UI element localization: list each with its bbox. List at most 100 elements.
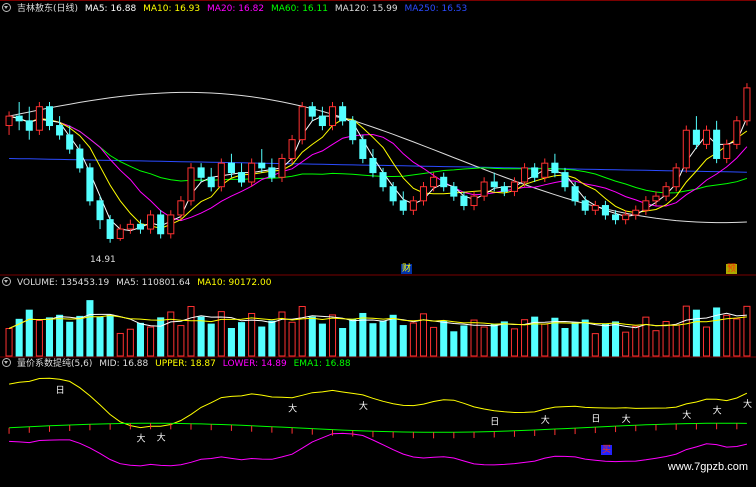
volume-bar: [601, 323, 609, 357]
volume-bar: [187, 306, 195, 357]
candle: [45, 106, 54, 127]
forecast-marker[interactable]: 预: [726, 264, 738, 274]
volume-bar: [399, 325, 407, 357]
signal-label: 大: [743, 398, 752, 410]
volume-bar: [632, 325, 640, 357]
candle: [379, 172, 387, 188]
candle: [308, 106, 316, 117]
volume-bar: [167, 311, 175, 357]
volume-bar: [238, 322, 246, 357]
volume-bar: [268, 320, 276, 357]
volume-bar: [308, 316, 316, 357]
volume-bar: [672, 324, 680, 357]
ma20-label: MA20: 16.82: [207, 4, 265, 14]
candle: [278, 157, 286, 178]
volume-bar: [106, 314, 114, 357]
volume-bar: [35, 319, 43, 357]
volume-bar: [25, 309, 33, 357]
signal-label: 大: [157, 431, 166, 443]
upper-line: [9, 377, 748, 429]
chart-canvas: 日大 大大 大日大日大大大大: [0, 0, 756, 467]
candle: [96, 200, 104, 221]
candle: [5, 115, 13, 127]
candle: [25, 120, 33, 131]
volume-bar: [460, 325, 468, 357]
volume-bar: [682, 305, 690, 357]
candle: [450, 186, 458, 197]
candle: [328, 106, 337, 127]
volume-bar: [571, 322, 579, 357]
volume-bar: [177, 325, 185, 357]
volume-bar: [258, 326, 266, 357]
candle: [56, 125, 64, 136]
candle: [662, 186, 670, 197]
volume-menu-icon[interactable]: [2, 277, 13, 288]
candle: [369, 157, 377, 174]
candle: [238, 172, 246, 183]
candle: [389, 186, 397, 202]
candle: [490, 181, 498, 188]
volume-bar: [409, 322, 417, 357]
candle: [581, 200, 589, 211]
stock-name: 吉林敖东(日线): [17, 4, 79, 14]
volume-bar: [591, 333, 599, 357]
volume-bar: [56, 314, 64, 357]
finance-marker[interactable]: 财: [401, 264, 413, 274]
volume-bar: [733, 318, 741, 357]
volume-bar: [702, 326, 711, 357]
candle: [106, 219, 114, 239]
candle: [561, 172, 569, 188]
candle: [167, 214, 175, 235]
candle: [288, 139, 296, 159]
volume-bar: [551, 317, 559, 357]
candle: [713, 129, 721, 159]
volume-ma5-label: MA5: 110801.64: [116, 278, 191, 288]
candle: [480, 181, 488, 197]
signal-label: 大: [622, 413, 631, 425]
signal-label: 日: [56, 385, 65, 396]
volume-bar: [339, 328, 347, 357]
candle: [551, 162, 559, 174]
volume-bar: [76, 315, 84, 357]
ma60-line: [8, 115, 748, 194]
indicator-menu-icon[interactable]: [2, 358, 13, 369]
volume-bar: [541, 323, 549, 357]
candle: [531, 167, 539, 178]
candle: [126, 223, 134, 230]
volume-bar: [126, 328, 134, 357]
candle: [147, 214, 155, 230]
volume-bar: [480, 326, 488, 357]
volume-bar: [490, 323, 498, 357]
candle: [430, 176, 438, 188]
candle: [136, 223, 144, 230]
watermark: www.7gpzb.com: [667, 461, 748, 473]
chart-menu-icon[interactable]: [2, 3, 13, 14]
candle: [601, 205, 609, 216]
buy-marker: 买: [601, 445, 613, 455]
signal-label: 大: [541, 414, 550, 426]
volume-bar: [581, 319, 589, 357]
volume-bar: [328, 314, 337, 357]
lower-label: LOWER: 14.89: [222, 359, 287, 369]
candle: [460, 195, 468, 207]
candle: [440, 176, 448, 188]
volume-bar: [86, 300, 94, 357]
candle: [187, 167, 195, 202]
ma120-label: MA120: 15.99: [334, 4, 398, 14]
candle: [318, 115, 326, 127]
volume-bar: [96, 317, 104, 357]
volume-bar: [227, 328, 235, 357]
candle: [743, 87, 751, 122]
candle: [217, 162, 225, 188]
mid-label: MID: 16.88: [99, 359, 149, 369]
volume-bar: [510, 328, 518, 357]
candle: [86, 167, 94, 202]
candle: [177, 200, 185, 216]
candle: [622, 214, 630, 221]
ma10-label: MA10: 16.93: [143, 4, 201, 14]
candle: [702, 129, 711, 145]
volume-bar: [197, 316, 205, 357]
volume-bar: [642, 316, 650, 357]
candle: [258, 162, 266, 169]
signal-label: 日: [591, 414, 600, 425]
